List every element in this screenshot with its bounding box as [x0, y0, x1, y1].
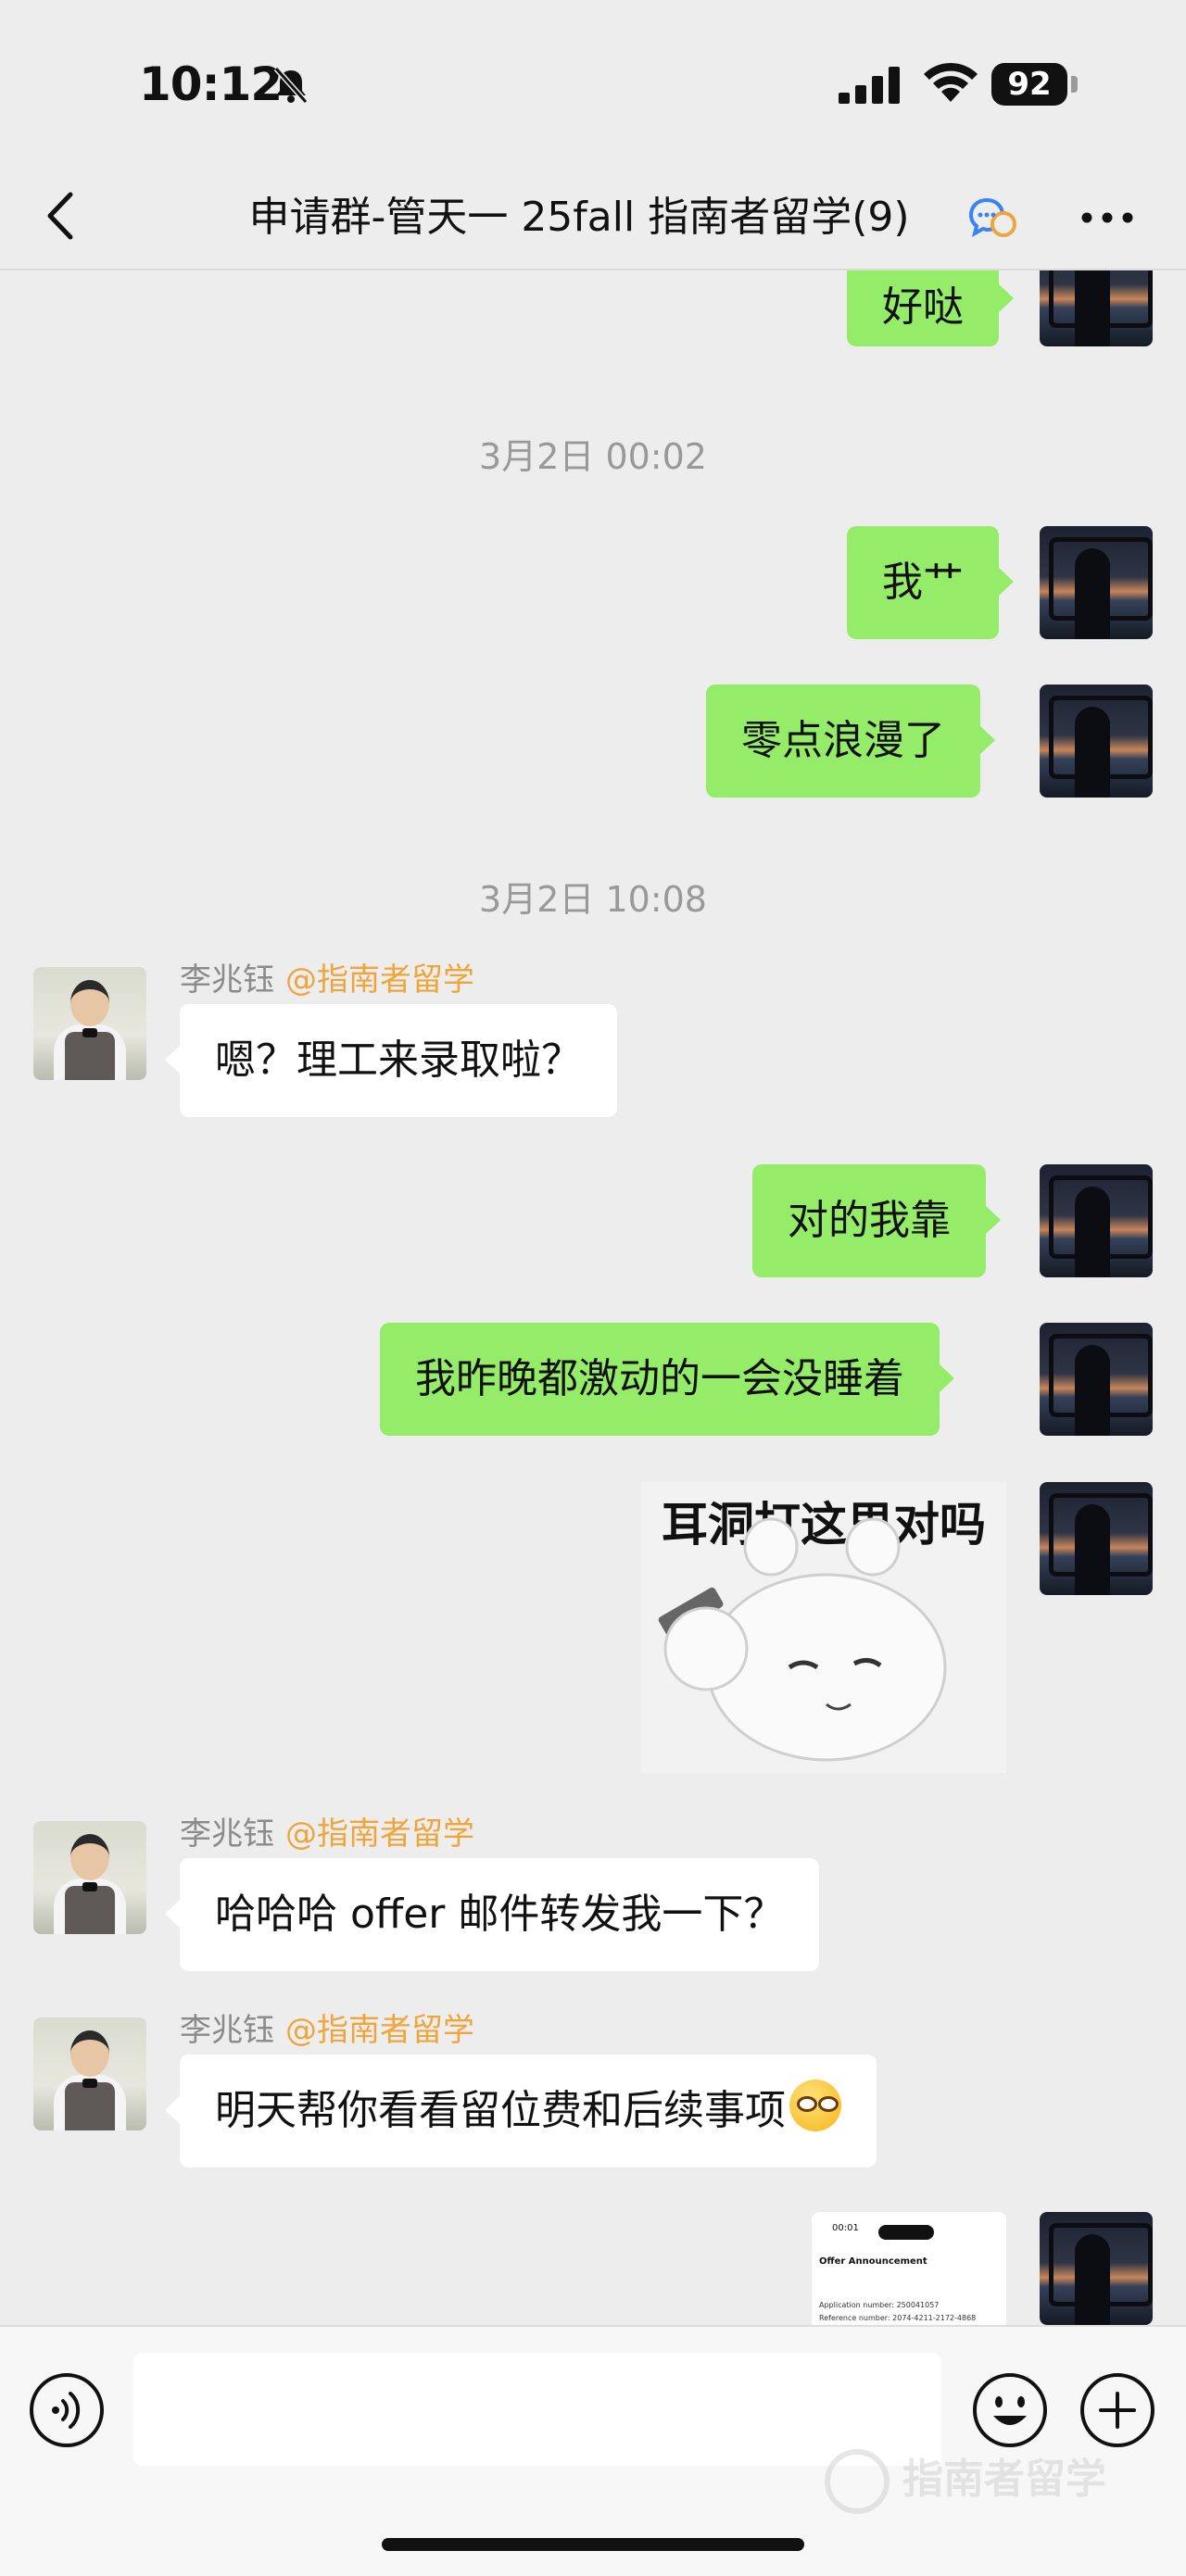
- image-message-thumbnail[interactable]: 00:01 Offer Announcement Application num…: [812, 2212, 1006, 2325]
- avatar[interactable]: [1040, 526, 1153, 639]
- message-bubble[interactable]: 零点浪漫了: [706, 685, 995, 798]
- message-text: 我艹: [882, 559, 964, 606]
- chat-header: 申请群-管天一 25fall 指南者留学(9): [0, 167, 1186, 270]
- message-bubble[interactable]: 哈哈哈 offer 邮件转发我一下？: [164, 1858, 820, 1971]
- message-text: 明天帮你看看留位费和后续事项: [215, 2087, 786, 2134]
- more-icon[interactable]: [1079, 204, 1135, 232]
- message-input[interactable]: [133, 2353, 941, 2466]
- avatar[interactable]: [1040, 270, 1153, 346]
- back-icon[interactable]: [41, 185, 83, 246]
- avatar[interactable]: [33, 2017, 146, 2130]
- message-bubble[interactable]: 我艹: [847, 526, 1014, 639]
- message-text: 零点浪漫了: [741, 717, 945, 764]
- chat-bubbles-icon[interactable]: [968, 196, 1018, 239]
- battery-indicator: 92: [991, 63, 1067, 106]
- sticker-image[interactable]: 耳洞打这里对吗: [641, 1482, 1006, 1773]
- message-bubble[interactable]: 好哒: [847, 270, 1014, 346]
- sender-org: @指南者留学: [285, 961, 474, 999]
- watermark-logo-icon: [825, 2449, 890, 2514]
- avatar[interactable]: [33, 1821, 146, 1934]
- timestamp: 3月2日 10:08: [479, 879, 707, 920]
- message-bubble[interactable]: 嗯？理工来录取啦？: [165, 1004, 617, 1117]
- bell-off-icon: [273, 67, 309, 104]
- chat-title: 申请群-管天一 25fall 指南者留学(9): [248, 194, 910, 241]
- avatar[interactable]: [1040, 1482, 1153, 1595]
- message-text: 哈哈哈 offer 邮件转发我一下？: [215, 1891, 785, 1938]
- avatar[interactable]: [1040, 1323, 1153, 1436]
- bunny-sticker: [658, 1517, 947, 1762]
- sender-name: 李兆钰: [180, 2012, 274, 2049]
- avatar[interactable]: [1040, 2212, 1153, 2325]
- watermark: 指南者留学: [825, 2444, 1130, 2518]
- message-text: 我昨晚都激动的一会没睡着: [415, 1355, 904, 1402]
- message-bubble[interactable]: 明天帮你看看留位费和后续事项: [165, 2055, 877, 2168]
- smiling-face-icon: [789, 2080, 841, 2131]
- sender-name: 李兆钰: [180, 1816, 274, 1853]
- plus-icon[interactable]: [1079, 2371, 1156, 2449]
- message-bubble[interactable]: 对的我靠: [752, 1164, 1001, 1277]
- battery-cap: [1071, 76, 1078, 93]
- signal-icon: [839, 67, 900, 104]
- message-text: 嗯？理工来录取啦？: [215, 1037, 582, 1084]
- avatar[interactable]: [33, 967, 146, 1080]
- wifi-icon: [924, 62, 978, 102]
- sender-org: @指南者留学: [285, 2012, 474, 2049]
- thumb-title: Offer Announcement: [819, 2256, 927, 2267]
- thumb-island: [878, 2225, 934, 2240]
- message-list[interactable]: 好哒 3月2日 00:02 我艹 零点浪漫了 3月2日 10:08 李兆钰 @指南…: [0, 270, 1186, 2325]
- message-text: 对的我靠: [788, 1197, 951, 1244]
- timestamp: 3月2日 00:02: [479, 436, 707, 477]
- sender-org: @指南者留学: [285, 1816, 474, 1853]
- home-indicator[interactable]: [382, 2538, 804, 2551]
- thumb-line: Reference number: 2074-4211-2172-4868: [819, 2314, 977, 2322]
- status-bar: 10:12 92: [0, 0, 1186, 167]
- status-time: 10:12: [139, 57, 283, 111]
- message-bubble[interactable]: 我昨晚都激动的一会没睡着: [380, 1323, 954, 1436]
- emoji-icon[interactable]: [971, 2371, 1049, 2449]
- sender-label: 李兆钰 @指南者留学: [180, 954, 474, 999]
- message-text: 好哒: [882, 283, 964, 331]
- sender-label: 李兆钰 @指南者留学: [180, 2004, 474, 2050]
- sender-label: 李兆钰 @指南者留学: [180, 1808, 474, 1853]
- avatar[interactable]: [1040, 1164, 1153, 1277]
- thumb-time: 00:01: [832, 2223, 859, 2233]
- avatar[interactable]: [1040, 685, 1153, 798]
- thumb-line: Application number: 250041057: [819, 2301, 940, 2309]
- watermark-text: 指南者留学: [902, 2456, 1106, 2503]
- sender-name: 李兆钰: [180, 961, 274, 999]
- voice-icon[interactable]: [28, 2371, 106, 2449]
